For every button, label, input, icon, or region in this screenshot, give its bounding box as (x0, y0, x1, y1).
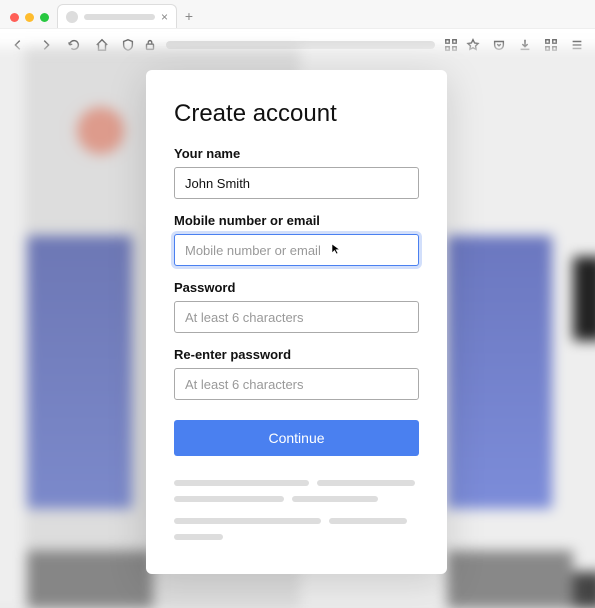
contact-label: Mobile number or email (174, 213, 419, 228)
tab-strip: × + (0, 0, 595, 28)
reenter-field: Re-enter password (174, 347, 419, 400)
close-tab-icon[interactable]: × (161, 10, 168, 24)
reenter-label: Re-enter password (174, 347, 419, 362)
minimize-window-icon[interactable] (25, 13, 34, 22)
name-field: Your name (174, 146, 419, 199)
name-input[interactable] (174, 167, 419, 199)
window-controls (6, 13, 57, 28)
browser-tab[interactable]: × (57, 4, 177, 28)
create-account-modal: Create account Your name Mobile number o… (146, 70, 447, 574)
new-tab-button[interactable]: + (177, 8, 201, 28)
tab-title (84, 14, 155, 20)
contact-field: Mobile number or email (174, 213, 419, 266)
contact-input[interactable] (174, 234, 419, 266)
password-input[interactable] (174, 301, 419, 333)
password-label: Password (174, 280, 419, 295)
close-window-icon[interactable] (10, 13, 19, 22)
favicon-icon (66, 11, 78, 23)
modal-title: Create account (174, 100, 419, 128)
reenter-input[interactable] (174, 368, 419, 400)
password-field: Password (174, 280, 419, 333)
terms-text-placeholder (174, 480, 419, 540)
name-label: Your name (174, 146, 419, 161)
maximize-window-icon[interactable] (40, 13, 49, 22)
continue-button[interactable]: Continue (174, 420, 419, 456)
